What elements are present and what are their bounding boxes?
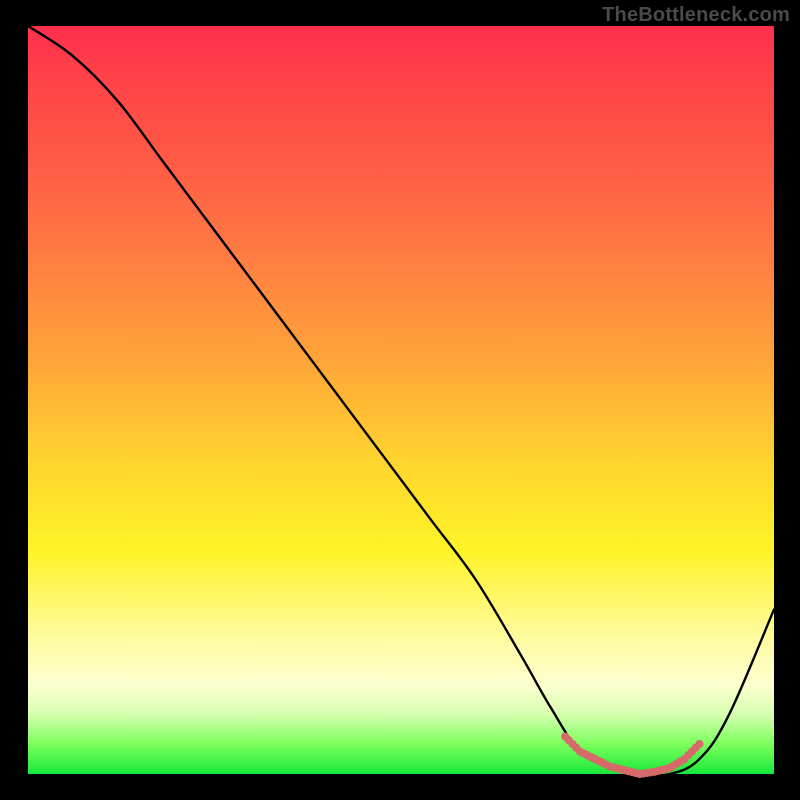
watermark-text: TheBottleneck.com	[602, 4, 790, 27]
plot-area	[28, 26, 774, 774]
marker-dot	[695, 740, 703, 748]
bottleneck-curve	[28, 26, 774, 776]
chart-stage: TheBottleneck.com	[0, 0, 800, 800]
curve-svg	[28, 26, 774, 774]
